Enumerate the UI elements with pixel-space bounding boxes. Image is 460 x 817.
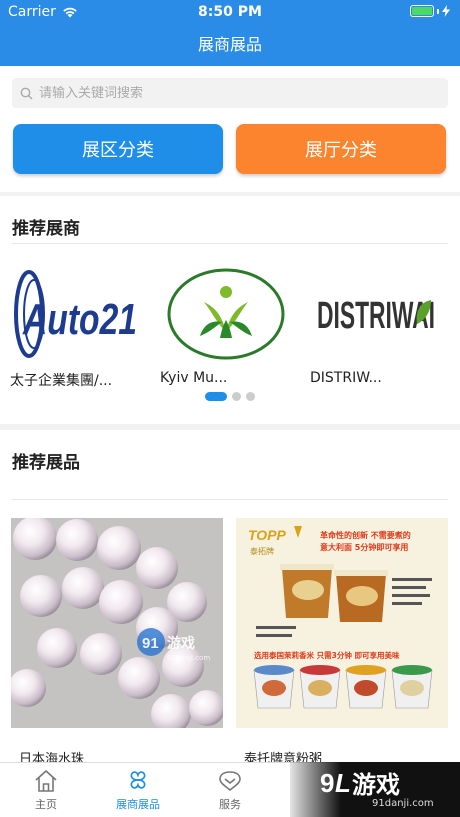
search-box[interactable]: [12, 78, 448, 108]
product-card[interactable]: TOPP 泰拓牌 革命性的创新 不需要煮的 意大利面 5分钟即可享用 选用泰国茉…: [236, 518, 448, 767]
page-title: 展商展品: [197, 35, 262, 54]
clover-icon: [130, 771, 146, 789]
exhibitor-name: Kyiv Mu...: [160, 370, 228, 386]
exhibitor-logo-auto21: Auto21: [10, 266, 142, 362]
poster-brand-cn: 泰拓牌: [250, 546, 274, 556]
watermark-logo: 9 L: [320, 768, 351, 796]
product-card[interactable]: 91 游戏 91danji.com 日本海水珠: [11, 518, 223, 767]
search-icon: [20, 87, 33, 100]
search-input[interactable]: [39, 85, 419, 101]
recommended-products-section: 推荐展品 91 游戏 91danji.com 日本海水珠 TOPP 泰拓牌 革命…: [0, 430, 460, 767]
battery-icon: [410, 5, 434, 17]
pager-dot-active[interactable]: [205, 392, 227, 401]
section-title-products: 推荐展品: [12, 453, 80, 473]
tab-services[interactable]: 服务: [195, 769, 265, 812]
site-watermark: 9 L 游戏 91danji.com: [290, 762, 460, 817]
tab-home[interactable]: 主页: [11, 769, 81, 812]
poster-slogan: 选用泰国茉莉香米 只需3分钟 即可享用美味: [254, 650, 400, 660]
tab-label: 主页: [35, 798, 57, 811]
exhibitor-name: DISTRIW...: [310, 370, 382, 386]
zone-category-label: 展区分类: [82, 140, 154, 161]
home-icon: [35, 770, 57, 792]
carousel-pager[interactable]: [0, 392, 460, 401]
zone-category-button[interactable]: 展区分类: [13, 124, 223, 174]
recommended-exhibitors-section: 推荐展商 Auto21 太子企業集團/... Kyiv Mu... DISTRI…: [0, 196, 460, 424]
exhibitor-name: 太子企業集團/...: [10, 373, 113, 389]
poster-brand: TOPP: [248, 527, 287, 543]
watermark-url: 91danji.com: [372, 798, 434, 809]
hall-category-label: 展厅分类: [305, 140, 377, 161]
product-image-congee: TOPP 泰拓牌 革命性的创新 不需要煮的 意大利面 5分钟即可享用 选用泰国茉…: [236, 518, 448, 728]
exhibitor-logo-kyiv: [160, 266, 292, 362]
status-bar: Carrier 8:50 PM: [0, 0, 460, 24]
hall-category-button[interactable]: 展厅分类: [236, 124, 446, 174]
status-time: 8:50 PM: [198, 4, 262, 20]
auto21-logo-text: Auto21: [22, 295, 137, 344]
top-panel: 展区分类 展厅分类: [0, 66, 460, 192]
divider: [12, 243, 448, 244]
pearl-watermark-brand: 游戏: [167, 635, 195, 652]
product-image-pearls: 91 游戏 91danji.com: [11, 518, 223, 728]
tab-exhibitors-products[interactable]: 展商展品: [103, 769, 173, 812]
tab-label: 服务: [219, 798, 241, 811]
poster-headline-1: 革命性的创新 不需要煮的: [320, 530, 411, 540]
heart-chat-icon: [219, 771, 241, 792]
pearl-watermark-url: 91danji.com: [167, 654, 210, 662]
exhibitor-card[interactable]: Auto21 太子企業集團/...: [10, 266, 142, 390]
section-title-exhibitors: 推荐展商: [12, 219, 80, 239]
poster-headline-2: 意大利面 5分钟即可享用: [320, 542, 408, 552]
nav-bar: 展商展品: [0, 24, 460, 66]
svg-text:91: 91: [142, 635, 159, 652]
pager-dot[interactable]: [246, 392, 255, 401]
charging-bolt-icon: [442, 5, 450, 17]
svg-text:9: 9: [320, 768, 334, 796]
exhibitor-card[interactable]: Kyiv Mu...: [160, 266, 292, 386]
divider: [12, 499, 448, 500]
tab-label: 展商展品: [116, 798, 160, 811]
exhibitor-card[interactable]: DISTRIWAI DISTRIW...: [310, 266, 442, 386]
pager-dot[interactable]: [232, 392, 241, 401]
svg-text:L: L: [335, 768, 351, 796]
watermark-brand: 游戏: [352, 771, 400, 799]
battery-indicator: [410, 5, 450, 17]
exhibitor-logo-distriwai: DISTRIWAI: [310, 266, 442, 362]
